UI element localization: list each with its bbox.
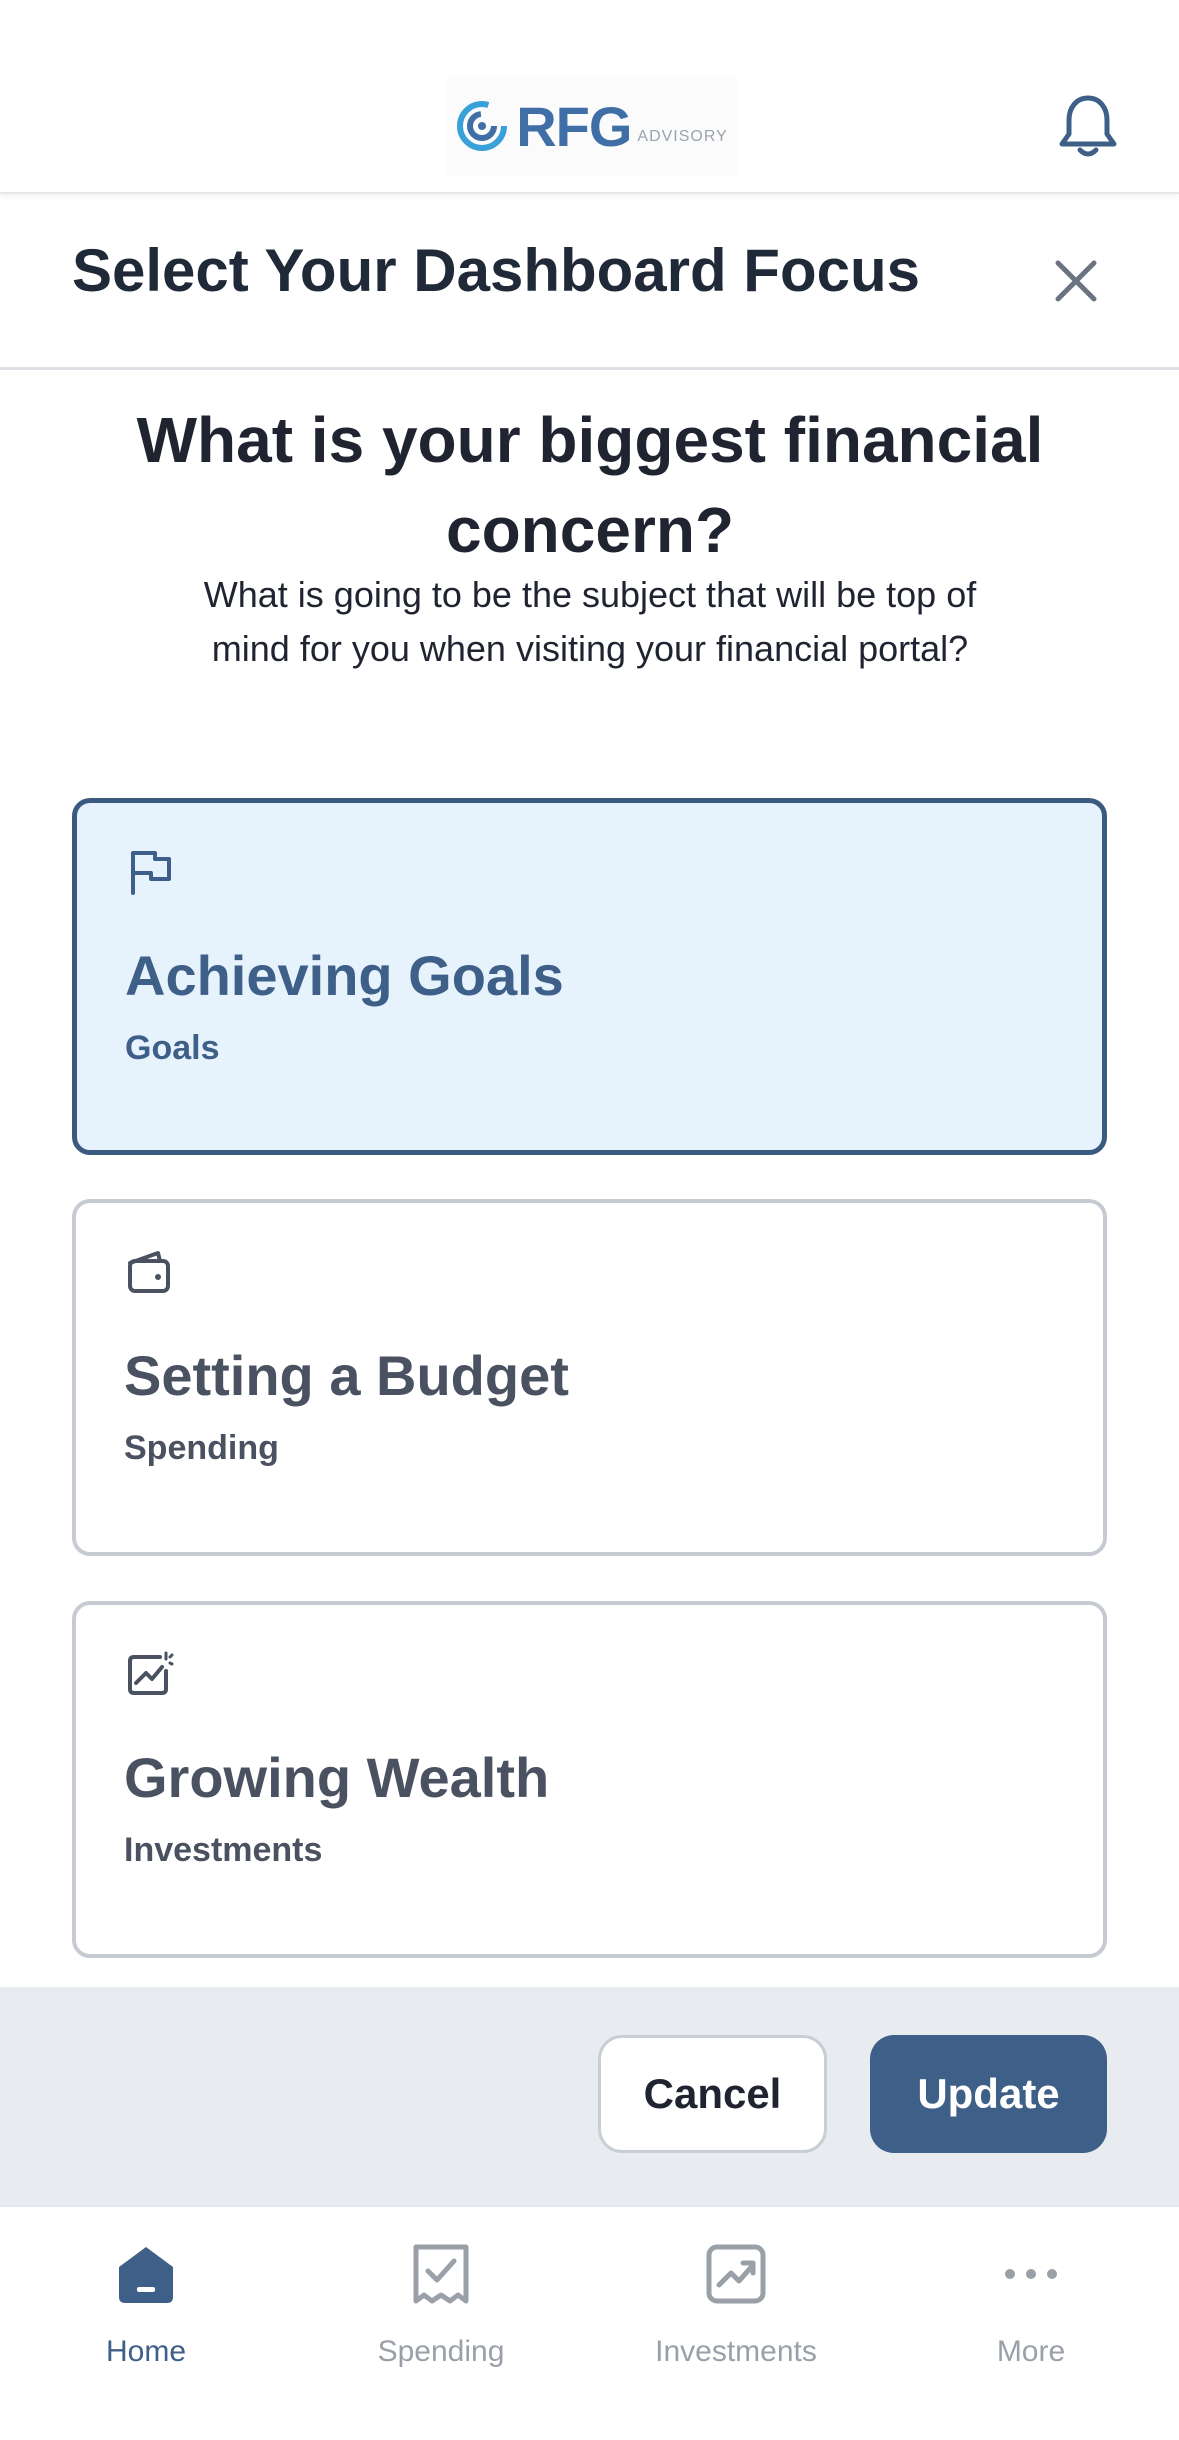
wallet-icon (128, 1251, 170, 1293)
nav-item-more[interactable]: More (911, 2231, 1151, 2391)
close-icon[interactable] (1050, 255, 1102, 307)
cancel-button[interactable]: Cancel (598, 2035, 827, 2153)
chart-growth-icon (128, 1651, 174, 1695)
question-subtitle: What is going to be the subject that wil… (203, 574, 977, 669)
app-header: RFG ADVISORY (0, 0, 1179, 194)
sheet-title: Select Your Dashboard Focus (72, 237, 920, 304)
nav-item-home[interactable]: Home (26, 2231, 266, 2391)
question-title: What is your biggest financial concern? (136, 404, 1044, 566)
logo: RFG ADVISORY (447, 76, 737, 176)
nav-item-spending[interactable]: Spending (321, 2231, 561, 2391)
action-bar: Cancel Update (0, 1987, 1179, 2205)
more-dots-icon (1005, 2269, 1057, 2279)
option-subtitle: Investments (124, 1831, 323, 1869)
nav-label: Spending (377, 2335, 505, 2368)
option-subtitle: Goals (125, 1029, 220, 1067)
logo-subtext: ADVISORY (637, 128, 728, 145)
chart-growth-icon (706, 2244, 766, 2304)
option-setting-a-budget[interactable]: Setting a Budget Spending (72, 1199, 1107, 1556)
option-growing-wealth[interactable]: Growing Wealth Investments (72, 1601, 1107, 1958)
bell-icon[interactable] (1056, 92, 1120, 162)
nav-item-investments[interactable]: Investments (616, 2231, 856, 2391)
option-title: Achieving Goals (125, 944, 564, 1007)
home-icon (119, 2247, 173, 2303)
sheet-title-bar: Select Your Dashboard Focus (0, 196, 1179, 370)
logo-mark-icon (457, 101, 508, 151)
update-button[interactable]: Update (870, 2035, 1107, 2153)
option-achieving-goals[interactable]: Achieving Goals Goals (72, 798, 1107, 1155)
receipt-check-icon (413, 2244, 469, 2304)
logo-text: RFG (516, 94, 632, 158)
nav-label: Investments (655, 2335, 817, 2368)
bottom-nav: Home Spending Investments More (0, 2205, 1179, 2440)
flag-icon (131, 851, 171, 895)
option-subtitle: Spending (124, 1429, 279, 1467)
option-title: Setting a Budget (124, 1344, 569, 1407)
option-title: Growing Wealth (124, 1746, 550, 1809)
nav-label: More (996, 2335, 1066, 2368)
nav-label: Home (105, 2335, 187, 2368)
